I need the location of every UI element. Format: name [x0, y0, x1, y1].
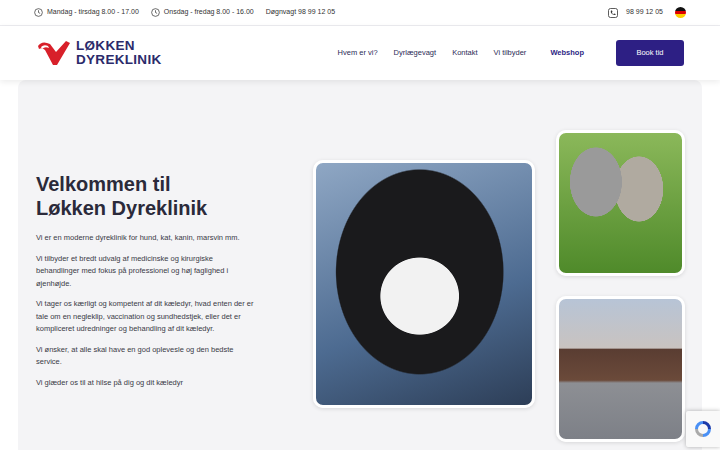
book-button[interactable]: Book tid [616, 40, 684, 66]
title-line: Løkken Dyreklinik [36, 196, 281, 220]
german-flag-icon[interactable] [675, 7, 686, 18]
nav-link[interactable]: Hvem er vi? [338, 47, 378, 58]
hero-title: Velkommen tilLøkken Dyreklinik [36, 172, 281, 220]
dog-photo [313, 160, 535, 408]
intro-paragraph: Vi tager os kærligt og kompetent af dit … [36, 298, 256, 336]
recaptcha-icon [693, 419, 713, 439]
opening-hours-item: Mandag - tirsdag 8.00 - 17.00 [34, 7, 139, 18]
kittens-photo [556, 130, 685, 276]
title-line: Velkommen til [36, 172, 281, 196]
hours-text: Mandag - tirsdag 8.00 - 17.00 [47, 7, 139, 18]
emergency-phone[interactable]: Døgnvagt 98 99 12 05 [266, 7, 335, 18]
phone-number[interactable]: 98 99 12 05 [626, 7, 663, 18]
nav-link[interactable]: Dyrlægevagt [394, 47, 437, 58]
logo[interactable]: LØKKEN DYREKLINIK [36, 38, 162, 68]
intro-paragraph: Vi glæder os til at hilse på dig og dit … [36, 377, 256, 390]
intro-paragraph: Vi er en moderne dyreklinik for hund, ka… [36, 232, 256, 245]
recaptcha-badge[interactable] [686, 411, 720, 447]
nav-link[interactable]: Vi tilbyder [494, 47, 527, 58]
hours-text: Onsdag - fredag 8.00 - 16.00 [164, 7, 254, 18]
intro-paragraph: Vi tilbyder et bredt udvalg af medicinsk… [36, 253, 256, 291]
top-bar: Mandag - tirsdag 8.00 - 17.00 Onsdag - fr… [0, 0, 720, 26]
opening-hours: Mandag - tirsdag 8.00 - 17.00 Onsdag - fr… [34, 7, 335, 18]
webshop-link[interactable]: Webshop [550, 47, 584, 58]
phone-icon [608, 8, 618, 18]
nav-link[interactable]: Kontakt [452, 47, 477, 58]
clinic-photo [556, 296, 685, 442]
welcome-text: Velkommen tilLøkken Dyreklinik Vi er en … [36, 80, 281, 397]
intro-paragraph: Vi ønsker, at alle skal have en god ople… [36, 344, 256, 369]
hero-section: Velkommen tilLøkken Dyreklinik Vi er en … [18, 80, 702, 450]
main-navbar: LØKKEN DYREKLINIK Hvem er vi? Dyrlægevagt… [0, 26, 720, 80]
logo-paw-icon [36, 38, 72, 68]
clock-icon [151, 8, 160, 17]
clock-icon [34, 8, 43, 17]
opening-hours-item: Onsdag - fredag 8.00 - 16.00 [151, 7, 254, 18]
